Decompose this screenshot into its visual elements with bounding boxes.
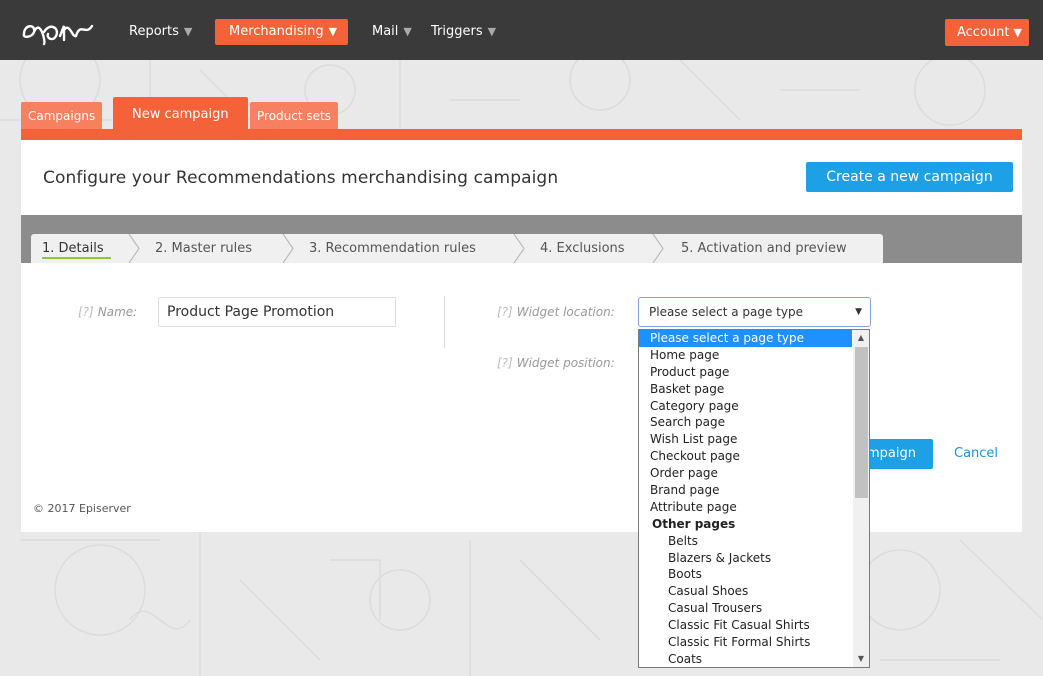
widget-position-label-text: Widget position: — [516, 356, 615, 370]
chevron-right-icon — [513, 234, 525, 263]
nav-merchandising[interactable]: Merchandising ▼ — [215, 19, 349, 45]
nav-mail[interactable]: Mail ▼ — [372, 20, 412, 44]
widget-location-dropdown-list[interactable]: Please select a page type Home page Produ… — [638, 329, 870, 668]
dropdown-sub-option[interactable]: Casual Trousers — [639, 600, 852, 617]
campaign-config-card: Configure your Recommendations merchandi… — [21, 140, 1022, 532]
widget-location-label-text: Widget location: — [516, 305, 615, 319]
scroll-down-icon[interactable]: ▼ — [853, 651, 869, 667]
step-master-rules[interactable]: 2. Master rules — [155, 234, 252, 263]
dropdown-sub-option[interactable]: Blazers & Jackets — [639, 550, 852, 567]
name-label-text: Name: — [97, 305, 138, 319]
dropdown-option[interactable]: Home page — [639, 347, 852, 364]
create-campaign-button[interactable]: Create a new campaign — [806, 162, 1013, 192]
dropdown-sub-option[interactable]: Coats — [639, 651, 852, 667]
account-menu-button[interactable]: Account ▼ — [945, 19, 1029, 46]
top-nav-bar: Reports ▼ Merchandising ▼ Mail ▼ Triggers ▼ … — [0, 0, 1043, 60]
dropdown-sub-option[interactable]: Classic Fit Formal Shirts — [639, 634, 852, 651]
nav-triggers[interactable]: Triggers ▼ — [431, 20, 496, 44]
chevron-right-icon — [652, 234, 664, 263]
dropdown-option[interactable]: Search page — [639, 414, 852, 431]
name-label: [?] Name: — [78, 305, 137, 319]
widget-position-label: [?] Widget position: — [497, 356, 615, 370]
scroll-up-icon[interactable]: ▲ — [853, 330, 869, 346]
help-icon[interactable]: [?] — [78, 305, 94, 319]
dropdown-option[interactable]: Order page — [639, 465, 852, 482]
chevron-right-icon — [282, 234, 294, 263]
dropdown-sub-option[interactable]: Classic Fit Casual Shirts — [639, 617, 852, 634]
dropdown-sub-option[interactable]: Casual Shoes — [639, 583, 852, 600]
nav-triggers-label: Triggers — [431, 24, 483, 39]
nav-mail-label: Mail — [372, 24, 399, 39]
dropdown-option[interactable]: Checkout page — [639, 448, 852, 465]
dropdown-scrollbar[interactable]: ▲ ▼ — [853, 330, 869, 667]
save-campaign-button[interactable]: mpaign — [861, 439, 933, 469]
nav-reports[interactable]: Reports ▼ — [129, 20, 192, 44]
dropdown-option-selected[interactable]: Please select a page type — [639, 330, 852, 347]
dropdown-option[interactable]: Wish List page — [639, 431, 852, 448]
tab-new-campaign[interactable]: New campaign — [113, 97, 248, 133]
chevron-down-icon: ▼ — [328, 25, 338, 38]
widget-location-value: Please select a page type — [649, 305, 803, 319]
step-exclusions[interactable]: 4. Exclusions — [540, 234, 625, 263]
chevron-down-icon: ▼ — [1013, 26, 1022, 39]
form-divider — [444, 296, 445, 348]
campaign-name-input[interactable]: Product Page Promotion — [158, 297, 396, 327]
chevron-down-icon: ▼ — [403, 25, 412, 38]
step-activation-preview[interactable]: 5. Activation and preview — [681, 234, 847, 263]
account-label: Account — [957, 25, 1010, 40]
chevron-down-icon: ▼ — [487, 25, 497, 38]
tab-product-sets[interactable]: Product sets — [250, 102, 338, 130]
dropdown-option[interactable]: Product page — [639, 364, 852, 381]
widget-location-select[interactable]: Please select a page type ▼ — [638, 297, 871, 327]
episerver-logo-icon[interactable] — [20, 14, 100, 48]
chevron-down-icon: ▼ — [183, 25, 193, 38]
dropdown-sub-option[interactable]: Belts — [639, 533, 852, 550]
dropdown-group-label: Other pages — [652, 516, 736, 531]
nav-reports-label: Reports — [129, 24, 179, 39]
help-icon[interactable]: [?] — [497, 305, 513, 319]
steps-tabs: 1. Details 2. Master rules 3. Recommenda… — [31, 234, 883, 263]
scroll-thumb[interactable] — [855, 347, 868, 498]
active-step-underline — [42, 257, 111, 259]
widget-location-label: [?] Widget location: — [497, 305, 615, 319]
dropdown-option[interactable]: Attribute page — [639, 499, 852, 516]
copyright-text: © 2017 Episerver — [33, 502, 131, 515]
dropdown-option[interactable]: Basket page — [639, 381, 852, 398]
step-recommendation-rules[interactable]: 3. Recommendation rules — [309, 234, 476, 263]
tab-campaigns[interactable]: Campaigns — [21, 102, 103, 130]
dropdown-option[interactable]: Category page — [639, 398, 852, 415]
tabs-underline — [21, 129, 1022, 140]
dropdown-arrow-icon: ▼ — [855, 307, 862, 317]
dropdown-option[interactable]: Brand page — [639, 482, 852, 499]
help-icon[interactable]: [?] — [497, 356, 513, 370]
nav-merchandising-label: Merchandising — [229, 24, 324, 39]
chevron-right-icon — [128, 234, 140, 263]
dropdown-options: Please select a page type Home page Produ… — [639, 330, 852, 667]
steps-bar: 1. Details 2. Master rules 3. Recommenda… — [21, 215, 1022, 263]
page-title: Configure your Recommendations merchandi… — [43, 168, 559, 188]
dropdown-sub-option[interactable]: Boots — [639, 566, 852, 583]
cancel-link[interactable]: Cancel — [954, 446, 998, 461]
